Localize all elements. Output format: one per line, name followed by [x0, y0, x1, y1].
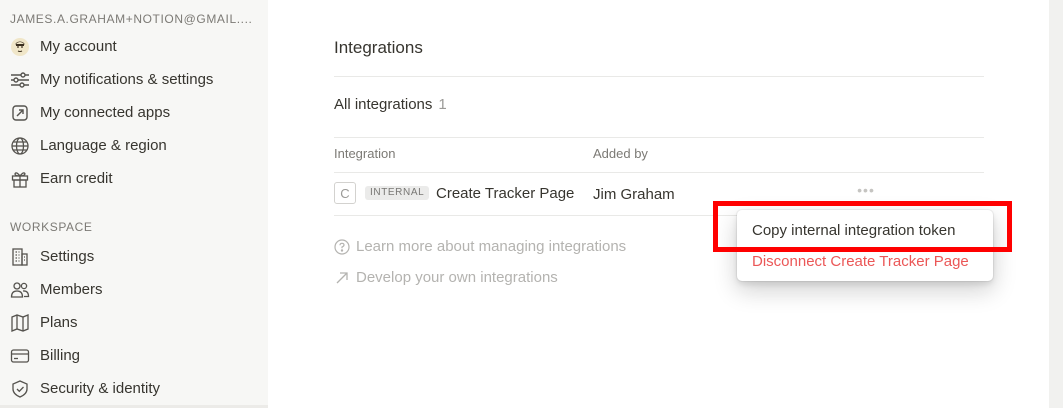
- column-header-integration: Integration: [334, 146, 396, 161]
- building-icon: [10, 247, 30, 267]
- sidebar-item-label: My connected apps: [40, 104, 171, 121]
- table-row[interactable]: C INTERNAL Create Tracker Page Jim Graha…: [334, 181, 984, 209]
- sidebar-item-label: Settings: [40, 248, 95, 265]
- gift-icon: [10, 169, 30, 189]
- credit-card-icon: [10, 346, 30, 366]
- header-divider: [334, 172, 984, 173]
- sidebar-item-members[interactable]: Members: [0, 273, 268, 306]
- learn-more-label: Learn more about managing integrations: [356, 238, 627, 255]
- people-icon: [10, 280, 30, 300]
- integrations-panel: Integrations All integrations 1 Integrati…: [268, 0, 1049, 408]
- account-email: JAMES.A.GRAHAM+NOTION@GMAIL....: [10, 12, 253, 26]
- help-circle-icon: [334, 238, 350, 255]
- sidebar-item-notifications[interactable]: My notifications & settings: [0, 63, 268, 96]
- sidebar-item-plans[interactable]: Plans: [0, 306, 268, 339]
- learn-more-link[interactable]: Learn more about managing integrations: [334, 238, 626, 255]
- sidebar-item-label: Members: [40, 281, 103, 298]
- sidebar-item-earn-credit[interactable]: Earn credit: [0, 162, 268, 195]
- sidebar-item-security[interactable]: Security & identity: [0, 372, 268, 405]
- sliders-icon: [10, 70, 30, 90]
- arrow-up-right-icon: [334, 270, 350, 286]
- sidebar-item-settings[interactable]: Settings: [0, 240, 268, 273]
- sidebar-item-language-region[interactable]: Language & region: [0, 129, 268, 162]
- develop-integrations-label: Develop your own integrations: [356, 269, 558, 286]
- disconnect-menu-item[interactable]: Disconnect Create Tracker Page: [752, 253, 969, 270]
- section-divider: [334, 137, 984, 138]
- globe-icon: [10, 136, 30, 156]
- all-integrations-heading: All integrations 1: [334, 96, 447, 113]
- sidebar-item-label: Security & identity: [40, 380, 161, 397]
- sidebar-item-label: My account: [40, 38, 117, 55]
- integration-name: Create Tracker Page: [436, 185, 575, 202]
- sidebar-item-my-account[interactable]: My account: [0, 30, 268, 63]
- sidebar-item-label: Earn credit: [40, 170, 113, 187]
- develop-integrations-link[interactable]: Develop your own integrations: [334, 269, 558, 286]
- column-header-added-by: Added by: [593, 146, 648, 161]
- section-title-text: All integrations: [334, 96, 433, 113]
- integration-count: 1: [438, 96, 447, 113]
- sidebar-item-connected-apps[interactable]: My connected apps: [0, 96, 268, 129]
- sidebar-item-label: My notifications & settings: [40, 71, 214, 88]
- sidebar-item-label: Language & region: [40, 137, 167, 154]
- settings-sidebar: JAMES.A.GRAHAM+NOTION@GMAIL.... My accou…: [0, 0, 268, 408]
- title-divider: [334, 76, 984, 77]
- avatar-icon: [10, 37, 30, 57]
- scrollbar-track[interactable]: [1049, 0, 1063, 408]
- more-options-button[interactable]: •••: [856, 183, 876, 203]
- page-title: Integrations: [334, 38, 423, 57]
- internal-badge: INTERNAL: [365, 186, 430, 200]
- integration-context-menu: Copy internal integration token Disconne…: [737, 210, 993, 281]
- external-link-box-icon: [10, 103, 30, 123]
- shield-icon: [10, 379, 30, 399]
- sidebar-item-label: Plans: [40, 314, 78, 331]
- added-by-user: Jim Graham: [593, 186, 675, 203]
- sidebar-item-label: Billing: [40, 347, 81, 364]
- map-icon: [10, 313, 30, 333]
- sidebar-item-billing[interactable]: Billing: [0, 339, 268, 372]
- workspace-section-label: WORKSPACE: [10, 220, 93, 234]
- integration-letter-icon: C: [334, 182, 356, 204]
- copy-token-menu-item[interactable]: Copy internal integration token: [752, 222, 955, 239]
